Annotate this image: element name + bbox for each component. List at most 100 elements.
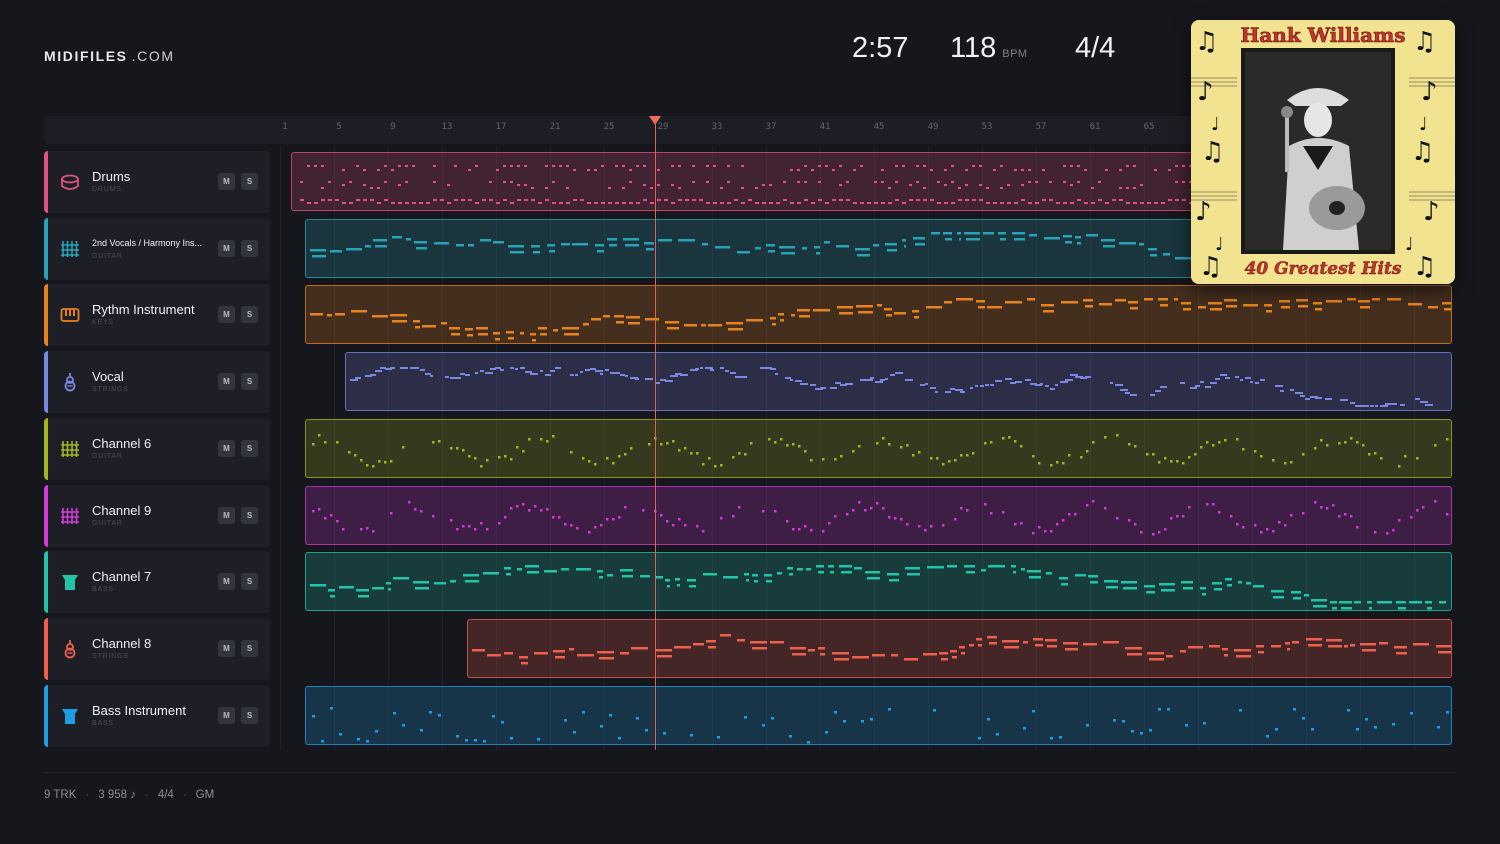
- guitar-grid-icon: [60, 506, 80, 526]
- duration-readout: 2:57: [852, 32, 909, 64]
- track-color-stripe: [44, 284, 48, 346]
- ruler-tick: 13: [441, 122, 453, 132]
- track-header[interactable]: Drums DRUMS M S: [44, 151, 270, 213]
- ruler-tick: 37: [765, 122, 777, 132]
- ruler-tick: 65: [1143, 122, 1155, 132]
- track-header[interactable]: Vocal STRINGS M S: [44, 351, 270, 413]
- track-instrument-type: BASS: [92, 586, 114, 593]
- playhead[interactable]: [654, 122, 656, 750]
- track-instrument-type: DRUMS: [92, 186, 122, 193]
- svg-text:♪: ♪: [1197, 77, 1214, 107]
- track-name: Channel 9: [92, 503, 152, 518]
- track-color-stripe: [44, 485, 48, 547]
- solo-button[interactable]: S: [241, 306, 258, 323]
- track-region[interactable]: [345, 352, 1452, 411]
- solo-button[interactable]: S: [241, 640, 258, 657]
- mute-button[interactable]: M: [218, 507, 235, 524]
- ruler-tick: 41: [819, 122, 831, 132]
- track-header[interactable]: Channel 7 BASS M S: [44, 551, 270, 613]
- mute-button[interactable]: M: [218, 573, 235, 590]
- svg-text:♪: ♪: [1421, 77, 1438, 107]
- track-count: 9 TRK: [44, 789, 77, 801]
- track-color-stripe: [44, 418, 48, 480]
- violin-icon: [60, 372, 80, 392]
- bar-gridline: [280, 146, 281, 750]
- track-header[interactable]: Channel 8 STRINGS M S: [44, 618, 270, 680]
- ruler-tick: 45: [873, 122, 885, 132]
- footer-meter: 4/4: [157, 789, 174, 801]
- mute-button[interactable]: M: [218, 240, 235, 257]
- svg-text:♫: ♫: [1413, 27, 1436, 57]
- solo-button[interactable]: S: [241, 507, 258, 524]
- svg-text:♩: ♩: [1215, 234, 1224, 255]
- track-name: Vocal: [92, 369, 124, 384]
- svg-text:♫: ♫: [1413, 252, 1436, 282]
- ruler-tick: 21: [549, 122, 561, 132]
- ruler-tick: 17: [495, 122, 507, 132]
- ruler-tick: 61: [1089, 122, 1101, 132]
- solo-button[interactable]: S: [241, 173, 258, 190]
- track-instrument-type: GUITAR: [92, 453, 123, 460]
- violin-icon: [60, 639, 80, 659]
- track-name: Channel 7: [92, 569, 152, 584]
- ruler-tick: 9: [390, 122, 396, 132]
- svg-text:♩: ♩: [1419, 114, 1428, 135]
- svg-text:♪: ♪: [1195, 197, 1212, 227]
- track-header[interactable]: 2nd Vocals / Harmony Ins... GUITAR M S: [44, 218, 270, 280]
- tempo-value: 118: [950, 32, 997, 64]
- svg-text:♫: ♫: [1199, 252, 1222, 282]
- track-name: Channel 8: [92, 636, 152, 651]
- track-instrument-type: STRINGS: [92, 653, 129, 660]
- track-header[interactable]: Channel 6 GUITAR M S: [44, 418, 270, 480]
- album-title: 40 Greatest Hits: [1245, 259, 1402, 279]
- mute-button[interactable]: M: [218, 440, 235, 457]
- time-signature-readout: 4/4: [1075, 32, 1116, 64]
- svg-text:♫: ♫: [1195, 27, 1218, 57]
- track-instrument-type: KEYS: [92, 319, 114, 326]
- footer-info: 9 TRK · 3 958 ♪ · 4/4 · GM: [44, 789, 215, 801]
- solo-button[interactable]: S: [241, 440, 258, 457]
- note-count: 3 958 ♪: [98, 789, 136, 801]
- keys-icon: [60, 305, 80, 325]
- track-color-stripe: [44, 551, 48, 613]
- ruler-tick: 49: [927, 122, 939, 132]
- mute-button[interactable]: M: [218, 640, 235, 657]
- track-header[interactable]: Channel 9 GUITAR M S: [44, 485, 270, 547]
- mute-button[interactable]: M: [218, 373, 235, 390]
- svg-text:♩: ♩: [1405, 234, 1414, 255]
- track-name: Rythm Instrument: [92, 302, 195, 317]
- album-art: ♫ ♪ ♫ ♪ ♫ ♫ ♪ ♫ ♪ ♫ ♩ ♩ ♩ ♩ Hank Williams 40 Great…: [1191, 20, 1455, 284]
- track-region[interactable]: [305, 486, 1452, 545]
- svg-text:♩: ♩: [1211, 114, 1220, 135]
- brand-suffix: .COM: [131, 48, 175, 64]
- brand-logo[interactable]: MIDIFILES .COM: [44, 48, 175, 64]
- mute-button[interactable]: M: [218, 707, 235, 724]
- track-instrument-type: GUITAR: [92, 520, 123, 527]
- track-name: Bass Instrument: [92, 703, 186, 718]
- track-region[interactable]: [305, 285, 1452, 344]
- tempo-readout: 118 BPM: [950, 32, 1028, 65]
- bass-icon: [60, 706, 80, 726]
- track-name: Channel 6: [92, 436, 152, 451]
- track-region[interactable]: [305, 552, 1452, 611]
- track-region[interactable]: [467, 619, 1452, 678]
- track-region[interactable]: [305, 419, 1452, 478]
- track-instrument-type: STRINGS: [92, 386, 129, 393]
- ruler-tick: 57: [1035, 122, 1047, 132]
- solo-button[interactable]: S: [241, 707, 258, 724]
- solo-button[interactable]: S: [241, 240, 258, 257]
- svg-text:♫: ♫: [1201, 137, 1224, 167]
- solo-button[interactable]: S: [241, 373, 258, 390]
- track-color-stripe: [44, 218, 48, 280]
- album-cover: ♫ ♪ ♫ ♪ ♫ ♫ ♪ ♫ ♪ ♫ ♩ ♩ ♩ ♩ Hank Williams 40 Great…: [1191, 20, 1455, 284]
- ruler-tick: 25: [603, 122, 615, 132]
- tempo-unit: BPM: [1002, 48, 1028, 60]
- track-instrument-type: GUITAR: [92, 253, 123, 260]
- track-region[interactable]: [305, 686, 1452, 745]
- mute-button[interactable]: M: [218, 173, 235, 190]
- track-header[interactable]: Bass Instrument BASS M S: [44, 685, 270, 747]
- solo-button[interactable]: S: [241, 573, 258, 590]
- track-header[interactable]: Rythm Instrument KEYS M S: [44, 284, 270, 346]
- mute-button[interactable]: M: [218, 306, 235, 323]
- track-name: Drums: [92, 169, 131, 184]
